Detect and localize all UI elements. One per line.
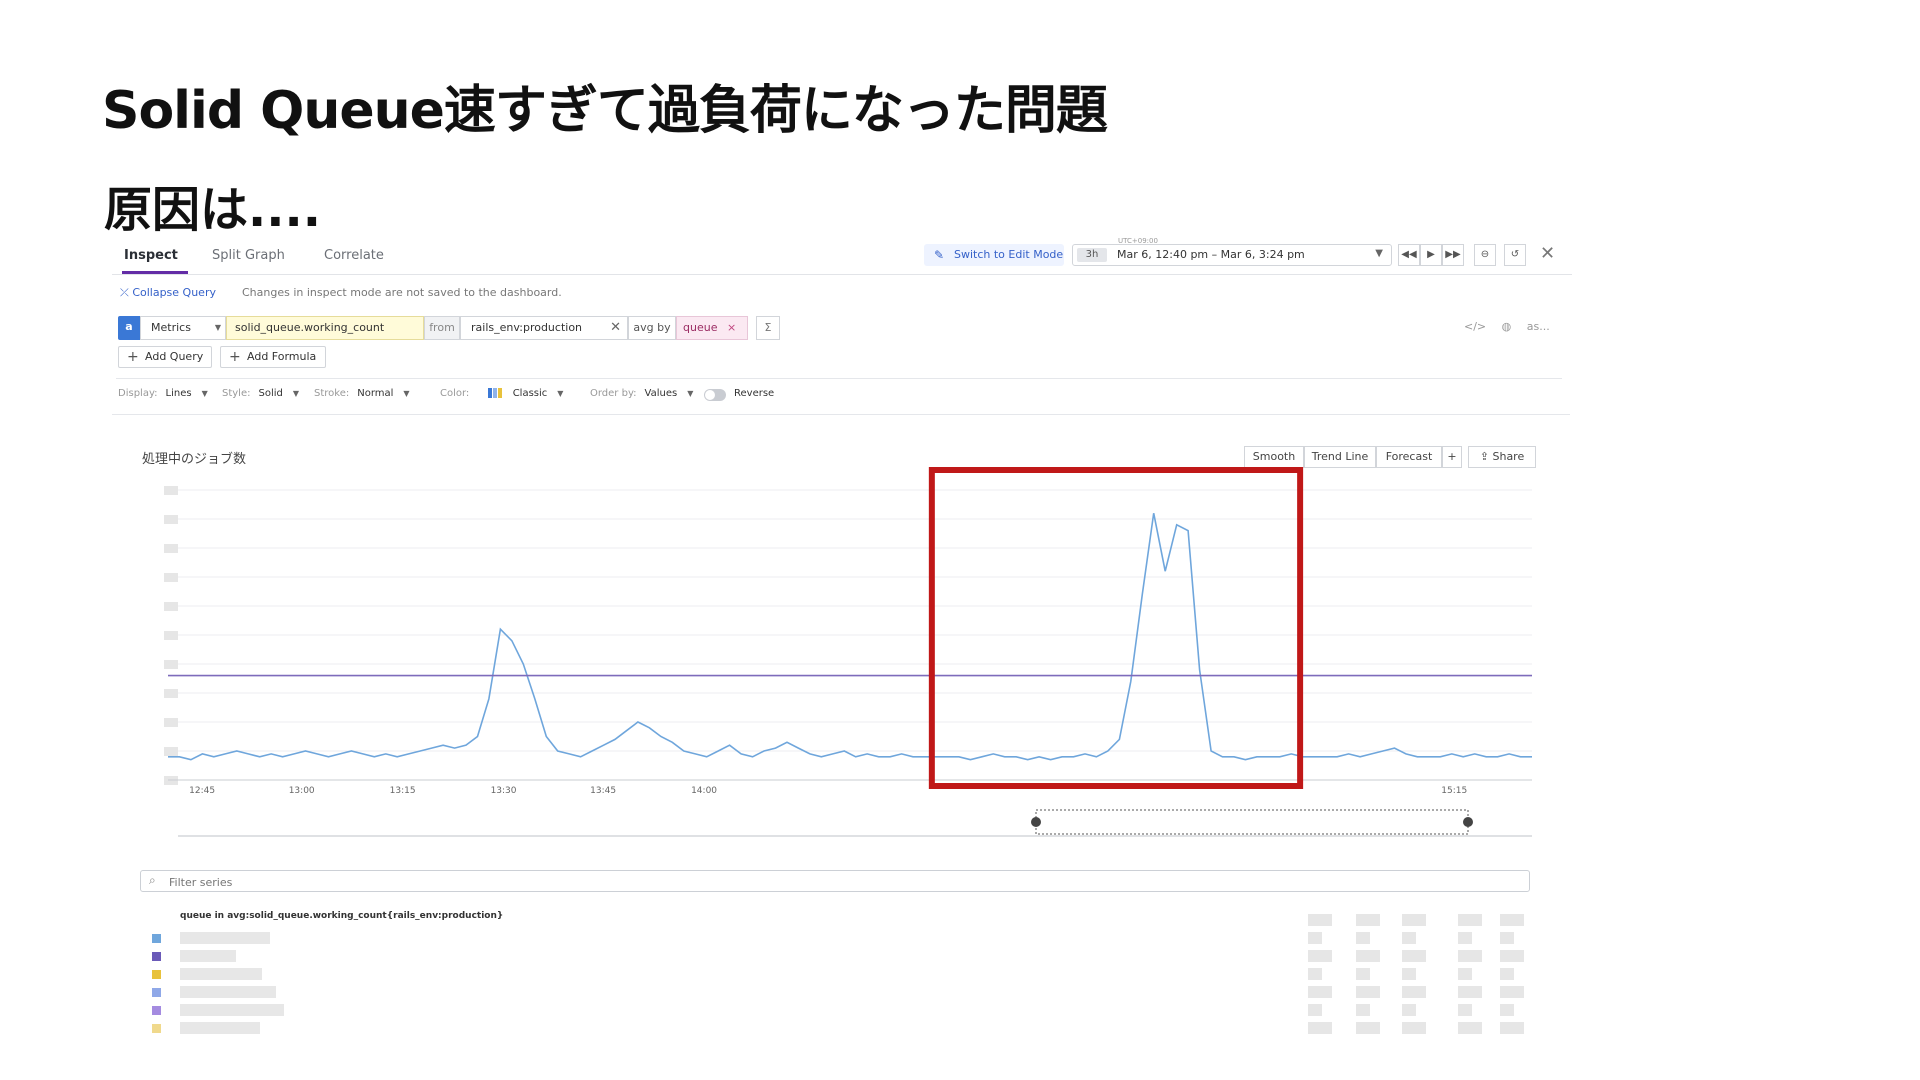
legend-value-redacted <box>1500 986 1524 998</box>
y-tick-label <box>164 602 178 611</box>
legend-label-redacted <box>180 1004 284 1016</box>
x-tick-label: 13:45 <box>590 786 616 796</box>
legend-value-redacted <box>1356 932 1370 944</box>
legend-label-redacted <box>180 932 270 944</box>
legend-color-swatch <box>152 988 161 997</box>
legend-value-redacted <box>1308 1004 1322 1016</box>
legend-value-redacted <box>1458 932 1472 944</box>
legend-header: queue in avg:solid_queue.working_count{r… <box>180 911 504 921</box>
overview-handle-left <box>1031 817 1041 827</box>
legend-value-redacted <box>1500 950 1524 962</box>
x-tick-label: 14:00 <box>691 786 717 796</box>
legend-value-redacted <box>1458 1022 1482 1034</box>
y-tick-label <box>164 747 178 756</box>
y-tick-label <box>164 660 178 669</box>
x-tick-label: 13:00 <box>289 786 315 796</box>
y-tick-label <box>164 544 178 553</box>
legend-label-redacted <box>180 968 262 980</box>
legend-value-redacted <box>1500 968 1514 980</box>
x-tick-label: 12:45 <box>189 786 215 796</box>
legend-value-redacted <box>1356 1022 1380 1034</box>
legend-label-redacted <box>180 986 276 998</box>
legend-color-swatch <box>152 952 161 961</box>
overview-handle-right <box>1463 817 1473 827</box>
legend-value-redacted <box>1500 932 1514 944</box>
y-tick-label <box>164 486 178 495</box>
legend-value-redacted <box>1402 968 1416 980</box>
y-tick-label <box>164 515 178 524</box>
legend-color-swatch <box>152 970 161 979</box>
legend-value-redacted <box>1308 968 1322 980</box>
legend-value-redacted <box>1308 1022 1332 1034</box>
x-tick-label: 13:30 <box>491 786 517 796</box>
legend-value-redacted <box>1458 950 1482 962</box>
legend-value-redacted <box>1356 950 1380 962</box>
legend-value-redacted <box>1356 914 1380 926</box>
legend-color-swatch <box>152 1024 161 1033</box>
legend-value-redacted <box>1356 986 1380 998</box>
legend-color-swatch <box>152 934 161 943</box>
legend-value-redacted <box>1458 1004 1472 1016</box>
legend-value-redacted <box>1308 986 1332 998</box>
series-line-spiky <box>168 513 1532 761</box>
legend-color-swatch <box>152 1006 161 1015</box>
legend-value-redacted <box>1402 914 1426 926</box>
y-tick-label <box>164 631 178 640</box>
legend-value-redacted <box>1402 1004 1416 1016</box>
legend-value-redacted <box>1500 914 1524 926</box>
y-tick-label <box>164 718 178 727</box>
legend-value-redacted <box>1308 914 1332 926</box>
legend-value-redacted <box>1308 950 1332 962</box>
overview-selection <box>1035 809 1469 835</box>
legend-value-redacted <box>1402 932 1416 944</box>
legend-value-redacted <box>1402 1022 1426 1034</box>
legend-label-redacted <box>180 1022 260 1034</box>
legend-value-redacted <box>1458 968 1472 980</box>
legend-value-redacted <box>1458 914 1482 926</box>
y-tick-label <box>164 689 178 698</box>
legend-value-redacted <box>1402 986 1426 998</box>
legend-value-redacted <box>1308 932 1322 944</box>
x-tick-label: 13:15 <box>390 786 416 796</box>
legend-value-redacted <box>1500 1022 1524 1034</box>
legend-value-redacted <box>1356 1004 1370 1016</box>
legend-value-redacted <box>1356 968 1370 980</box>
x-tick-label: 15:15 <box>1441 786 1467 796</box>
legend-value-redacted <box>1402 950 1426 962</box>
y-tick-label <box>164 573 178 582</box>
legend-value-redacted <box>1500 1004 1514 1016</box>
legend-value-redacted <box>1458 986 1482 998</box>
legend-label-redacted <box>180 950 236 962</box>
filter-series-input[interactable] <box>167 873 1471 891</box>
search-icon: ⌕ <box>149 873 156 887</box>
highlight-box <box>928 467 1304 789</box>
filter-series-field[interactable]: ⌕ <box>140 870 1530 892</box>
